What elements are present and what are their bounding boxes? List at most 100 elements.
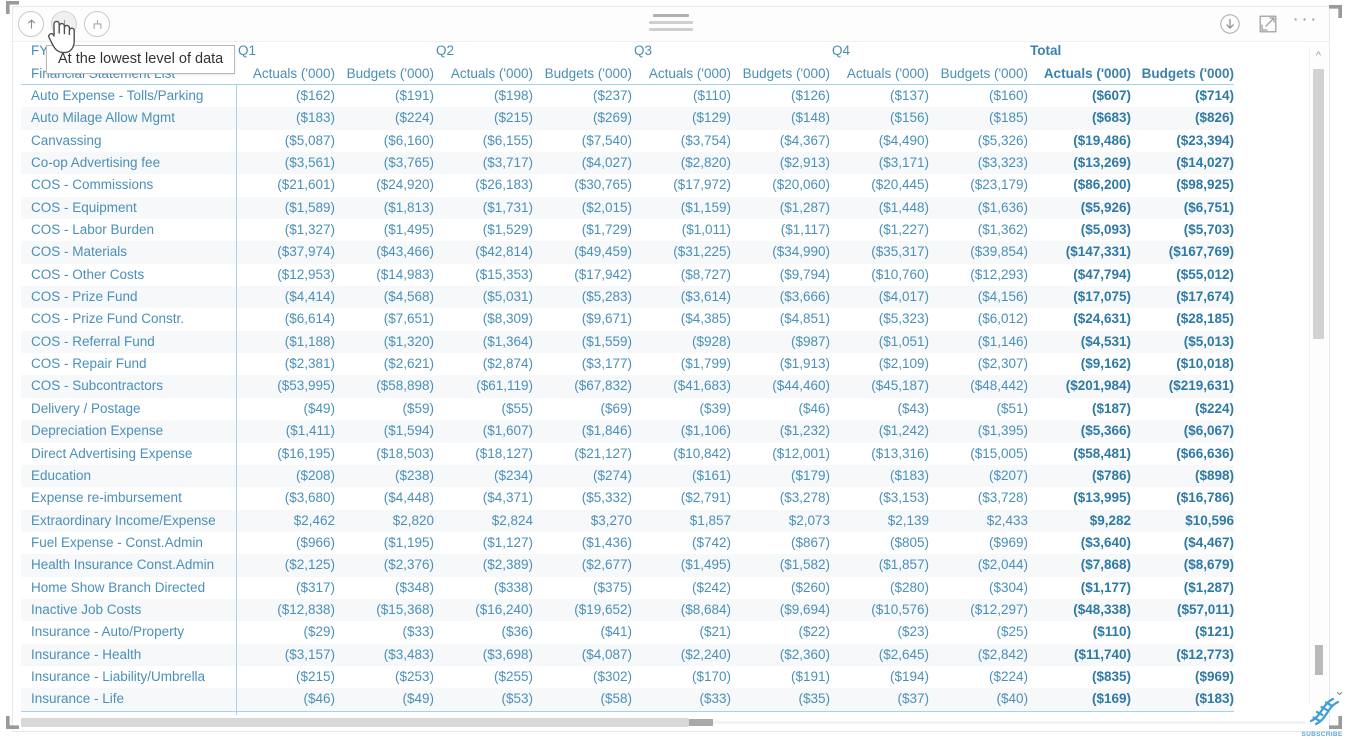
cell-value[interactable]: ($1,913) (731, 353, 830, 375)
cell-value[interactable]: ($41,683) (632, 375, 732, 398)
table-row[interactable]: Extraordinary Income/Expense $2,462 $2,820… (21, 509, 1235, 532)
cell-value[interactable]: ($18,503) (335, 443, 434, 465)
cell-value[interactable]: ($269) (533, 107, 633, 130)
cell-value[interactable]: ($14,983) (335, 264, 434, 286)
row-label[interactable]: Co-op Advertising fee (21, 152, 237, 175)
cell-value[interactable]: ($7,868) (1028, 554, 1132, 577)
row-label[interactable]: Insurance - Life (21, 688, 237, 712)
table-row[interactable]: COS - Prize Fund Constr. ($6,614) ($7,651)… (21, 308, 1234, 331)
cell-value[interactable]: ($12,838) (236, 598, 335, 622)
cell-value[interactable]: ($126) (731, 85, 830, 108)
cell-value[interactable]: ($5,703) (1131, 219, 1234, 241)
cell-value[interactable]: ($201,984) (1028, 375, 1132, 398)
cell-value[interactable]: ($4,490) (830, 130, 929, 152)
cell-value[interactable]: ($16,240) (434, 598, 534, 622)
table-row[interactable]: Auto Expense - Tolls/Parking ($162) ($191)… (21, 84, 1234, 108)
cell-value[interactable]: ($3,157) (236, 643, 335, 666)
table-row[interactable]: Direct Advertising Expense ($16,195) ($18,… (21, 442, 1234, 465)
cell-value[interactable]: ($4,367) (731, 130, 830, 152)
cell-value[interactable]: ($17,972) (632, 174, 731, 196)
cell-value[interactable]: ($1,495) (632, 554, 732, 577)
cell-value[interactable]: ($5,926) (1028, 196, 1132, 220)
cell-value[interactable]: ($33) (335, 621, 435, 643)
row-label[interactable]: COS - Commissions (21, 174, 237, 197)
cell-value[interactable]: ($1,582) (731, 554, 831, 577)
cell-value[interactable]: ($33) (632, 688, 732, 712)
cell-value[interactable]: ($3,728) (929, 487, 1028, 509)
cell-value[interactable]: ($6,067) (1131, 420, 1235, 443)
row-label[interactable]: Direct Advertising Expense (21, 442, 237, 465)
row-label[interactable]: Insurance - Health (21, 643, 237, 666)
cell-value[interactable]: ($3,680) (236, 487, 335, 509)
cell-value[interactable]: ($169) (1028, 688, 1132, 712)
cell-value[interactable]: $9,282 (1028, 509, 1132, 532)
cell-value[interactable]: ($3,698) (434, 643, 534, 666)
cell-value[interactable]: ($14,027) (1131, 152, 1235, 175)
table-row[interactable]: Insurance - Health ($3,157) ($3,483) ($3,69… (21, 643, 1235, 666)
cell-value[interactable]: ($49) (236, 398, 335, 420)
row-label[interactable]: Insurance - Liability/Umbrella (21, 665, 237, 689)
cell-value[interactable]: ($4,371) (434, 487, 533, 509)
cell-value[interactable]: ($16,195) (236, 443, 335, 465)
matrix-visual[interactable]: ··· FY Quarter Q1 Q2 Q3 Q4 Total (12, 6, 1330, 732)
cell-value[interactable]: ($58,481) (1028, 443, 1131, 465)
cell-value[interactable]: ($12,953) (236, 264, 335, 286)
cell-value[interactable]: $3,270 (533, 509, 633, 532)
cell-value[interactable]: ($867) (731, 532, 830, 554)
cell-value[interactable]: ($61,119) (434, 375, 534, 398)
cell-value[interactable]: ($30,765) (533, 174, 632, 196)
cell-value[interactable]: ($2,677) (533, 554, 633, 577)
cell-value[interactable]: ($19,652) (533, 598, 633, 622)
table-row[interactable]: Delivery / Postage ($49) ($59) ($55) ($69) ($… (21, 397, 1234, 421)
cell-value[interactable]: ($2,874) (434, 353, 533, 375)
total-cell-value[interactable]: ($33,531) (434, 710, 534, 715)
cell-value[interactable]: $2,433 (929, 509, 1029, 532)
cell-value[interactable]: ($714) (1131, 85, 1234, 108)
cell-value[interactable]: ($987) (731, 330, 831, 354)
cell-value[interactable]: ($25) (929, 621, 1029, 643)
cell-value[interactable]: ($2,621) (335, 353, 434, 375)
cell-value[interactable]: ($3,754) (632, 130, 731, 152)
cell-value[interactable]: ($21) (632, 621, 732, 643)
cell-value[interactable]: ($10,760) (830, 264, 929, 286)
cell-value[interactable]: ($129) (632, 107, 732, 130)
cell-value[interactable]: ($338) (434, 577, 533, 599)
row-label[interactable]: Auto Milage Allow Mgmt (21, 107, 237, 130)
table-row[interactable]: Canvassing ($5,087) ($6,160) ($6,155) ($7,54… (21, 129, 1234, 153)
cell-value[interactable]: ($36) (434, 621, 534, 643)
subheader-total-budgets[interactable]: Budgets ('000) (1131, 62, 1235, 85)
cell-value[interactable]: ($13,316) (830, 443, 929, 465)
drill-up-button[interactable] (18, 11, 44, 37)
cell-value[interactable]: ($18,127) (434, 443, 533, 465)
cell-value[interactable]: $2,820 (335, 509, 435, 532)
cell-value[interactable]: ($1,729) (533, 219, 632, 241)
column-group-q3[interactable]: Q3 (632, 41, 830, 62)
cell-value[interactable]: ($43,466) (335, 241, 435, 264)
cell-value[interactable]: ($7,651) (335, 308, 434, 330)
table-row[interactable]: Depreciation Expense ($1,411) ($1,594) ($1,… (21, 420, 1235, 443)
cell-value[interactable]: ($280) (830, 577, 929, 599)
cell-value[interactable]: ($4,087) (533, 643, 633, 666)
cell-value[interactable]: $2,462 (236, 509, 335, 532)
cell-value[interactable]: ($13,995) (1028, 487, 1131, 509)
cell-value[interactable]: ($1,529) (434, 219, 533, 241)
cell-value[interactable]: ($12,297) (929, 598, 1029, 622)
cell-value[interactable]: ($1,846) (533, 420, 633, 443)
cell-value[interactable]: ($121) (1131, 621, 1234, 643)
row-label[interactable]: COS - Subcontractors (21, 375, 237, 398)
column-group-q1[interactable]: Q1 (236, 41, 434, 62)
cell-value[interactable]: ($2,360) (731, 643, 831, 666)
cell-value[interactable]: ($10,576) (830, 598, 930, 622)
cell-value[interactable]: ($41) (533, 621, 633, 643)
cell-value[interactable]: ($2,376) (335, 554, 435, 577)
cell-value[interactable]: ($3,171) (830, 152, 930, 175)
vertical-scroll-thumb-secondary[interactable] (1315, 645, 1323, 675)
cell-value[interactable]: ($2,791) (632, 487, 731, 509)
more-options-button[interactable]: ··· (1293, 10, 1319, 33)
cell-value[interactable]: ($260) (731, 577, 830, 599)
table-total-row[interactable]: Total($24,015)($17,811)($33,531)($27,957… (21, 710, 1235, 715)
cell-value[interactable]: ($9,162) (1028, 353, 1131, 375)
cell-value[interactable]: ($375) (533, 577, 632, 599)
cell-value[interactable]: ($1,448) (830, 196, 930, 220)
total-cell-value[interactable]: ($17,811) (335, 710, 435, 715)
